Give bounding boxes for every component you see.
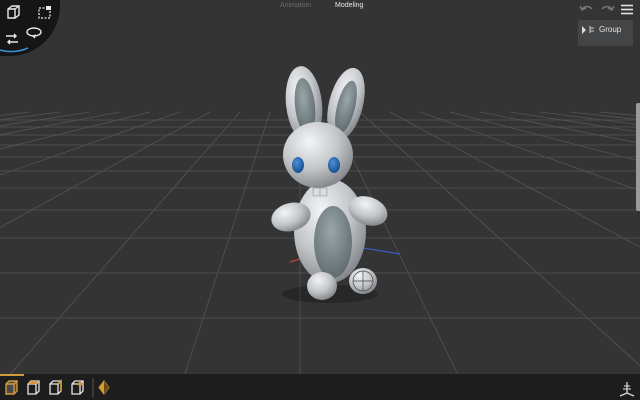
rotate-icon[interactable] [25,24,43,40]
group-icon [589,26,594,33]
tab-animation[interactable]: Animation [280,2,311,9]
viewport[interactable] [0,0,640,400]
bunny-eye-right [328,157,340,173]
cube-icon[interactable] [4,3,22,21]
select-box-icon[interactable] [37,4,53,20]
bunny-head [283,122,353,188]
cube-edge-icon[interactable] [47,379,64,396]
bunny-model[interactable] [268,64,392,303]
menu-icon[interactable] [620,4,634,15]
axes-icon[interactable] [618,380,636,398]
selection-gizmo[interactable] [352,270,374,292]
undo-icon[interactable] [579,3,595,15]
active-tool-indicator [0,374,24,376]
outliner-item-group[interactable]: Group [578,20,633,46]
bunny-eye-left [292,157,304,173]
keyframe-icon[interactable] [96,379,112,396]
outliner-item-label: Group [599,25,622,34]
bunny-foot-left [307,272,337,300]
tab-modeling[interactable]: Modeling [335,2,363,9]
tool-wheel-accent [0,47,29,53]
expand-arrow-icon[interactable] [581,26,587,34]
cube-vertex-icon[interactable] [69,379,86,396]
right-panel-handle[interactable] [636,103,640,211]
toolbar-divider [92,378,94,397]
redo-icon[interactable] [599,3,615,15]
cube-icon[interactable] [3,379,20,396]
cube-face-icon[interactable] [25,379,42,396]
